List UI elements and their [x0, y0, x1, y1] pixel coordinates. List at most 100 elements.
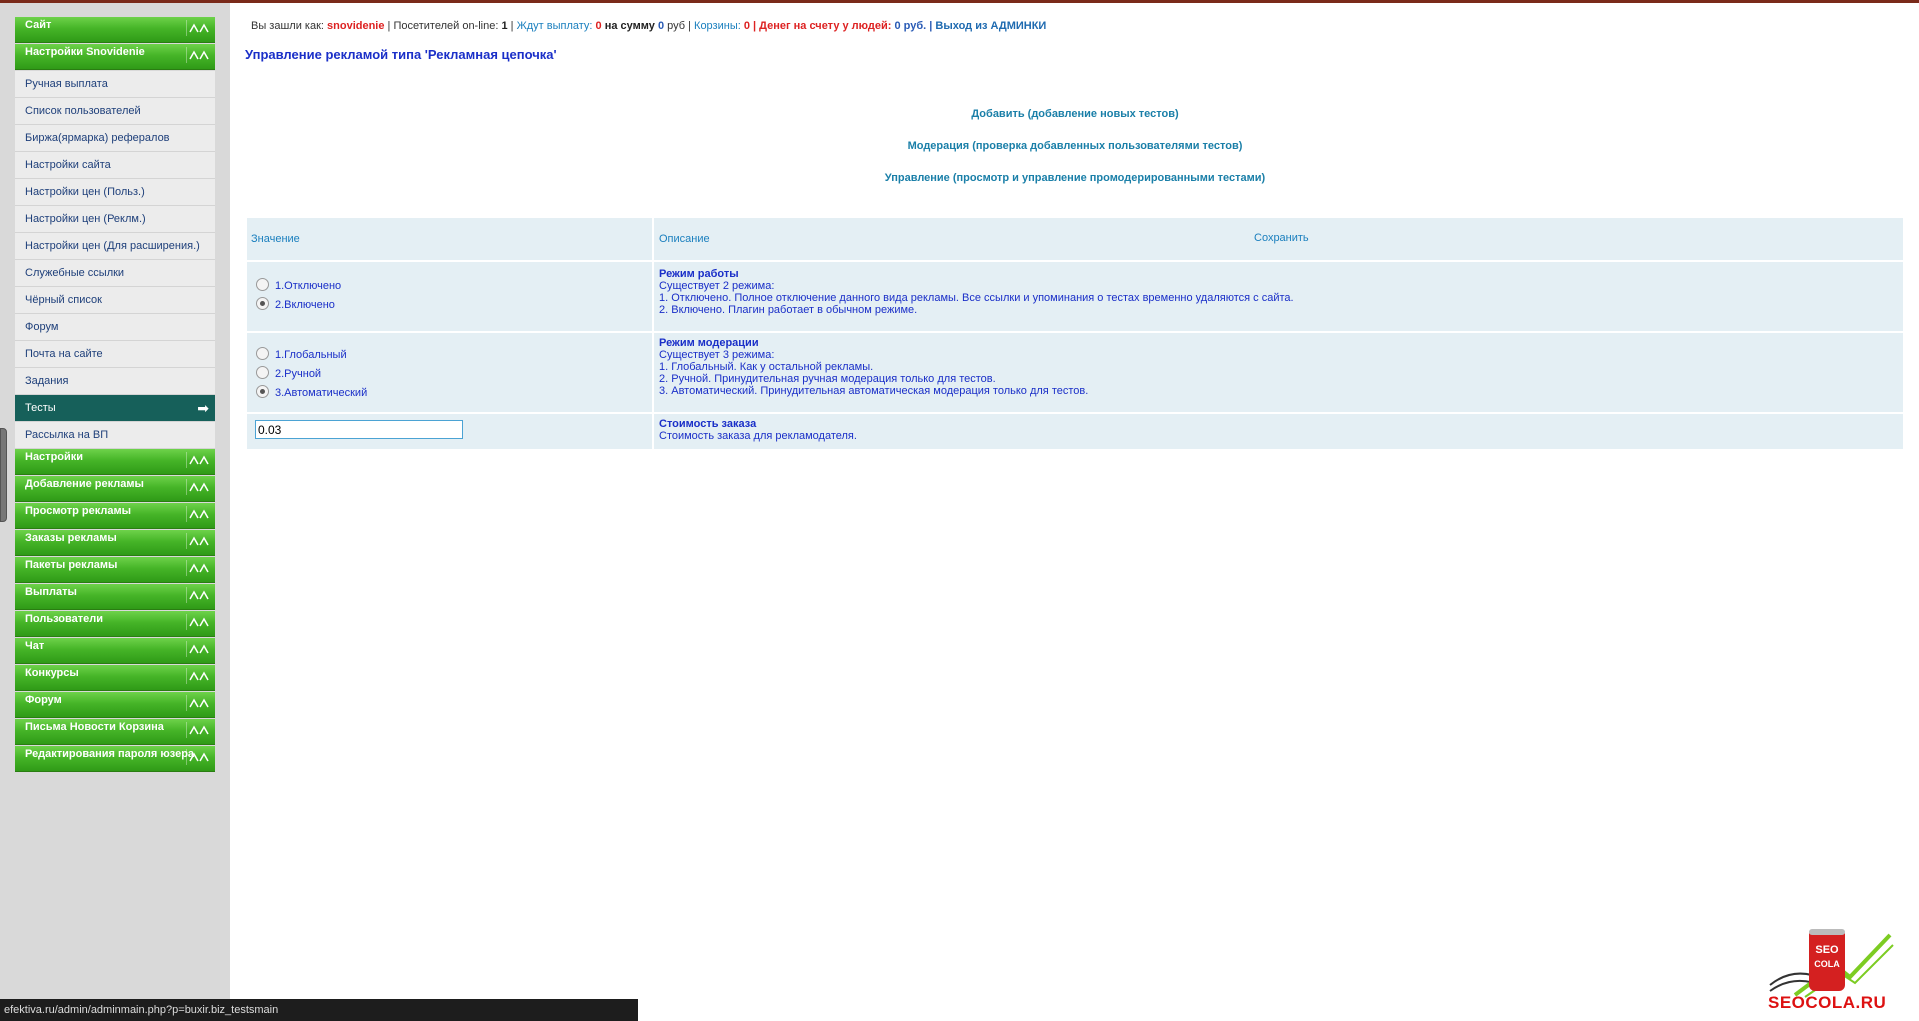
radio-button[interactable] — [256, 365, 269, 379]
desc-line: 1. Глобальный. Как у остальной рекламы. — [659, 361, 874, 373]
side-drawer-tab[interactable] — [0, 428, 7, 522]
radio-option[interactable]: 3.Автоматический — [251, 382, 651, 400]
sidebar-group[interactable]: Настройки — [15, 449, 215, 475]
chevron-up-icon[interactable] — [186, 452, 211, 468]
sidebar-group-label: Форум — [25, 694, 62, 706]
radio-button[interactable] — [256, 346, 269, 360]
sidebar-group[interactable]: Форум — [15, 692, 215, 718]
desc-line: 3. Автоматический. Принудительная автома… — [659, 385, 1089, 397]
table-row: 1.Отключено 2.Включено Режим работы Суще… — [247, 262, 1903, 331]
add-tests-link[interactable]: Добавить (добавление новых тестов) — [245, 108, 1905, 140]
separator: | — [510, 20, 514, 32]
chevron-up-icon[interactable] — [186, 47, 211, 63]
sidebar-item[interactable]: Биржа(ярмарка) рефералов — [15, 125, 215, 152]
row-title: Режим работы — [659, 268, 739, 280]
chevron-up-icon[interactable] — [186, 641, 211, 657]
sidebar-group[interactable]: Редактирования пароля юзера — [15, 746, 215, 772]
order-cost-input[interactable] — [255, 420, 463, 439]
separator: | — [688, 20, 691, 32]
sidebar-item[interactable]: Настройки цен (Польз.) — [15, 179, 215, 206]
visitors-count: 1 — [501, 20, 508, 32]
chevron-up-icon[interactable] — [186, 479, 211, 495]
arrow-right-icon: ➡ — [197, 400, 209, 416]
sidebar-group-label: Заказы рекламы — [25, 532, 117, 544]
radio-label: 1.Отключено — [275, 280, 342, 292]
sidebar-group-label: Чат — [25, 640, 45, 652]
sidebar-item[interactable]: Форум — [15, 314, 215, 341]
radio-label: 3.Автоматический — [275, 387, 368, 399]
separator: | — [929, 20, 933, 32]
sidebar: Сайт Настройки Snovidenie Ручная выплата С… — [15, 17, 215, 773]
chevron-up-icon[interactable] — [186, 587, 211, 603]
sidebar-item-label: Служебные ссылки — [25, 267, 125, 279]
chevron-up-icon[interactable] — [186, 749, 211, 765]
sidebar-group[interactable]: Письма Новости Корзина — [15, 719, 215, 745]
row-title: Режим модерации — [659, 337, 759, 349]
sidebar-group[interactable]: Чат — [15, 638, 215, 664]
sidebar-group[interactable]: Просмотр рекламы — [15, 503, 215, 529]
sidebar-group[interactable]: Пакеты рекламы — [15, 557, 215, 583]
sidebar-group-label: Сайт — [25, 19, 52, 31]
waiting-payout-link[interactable]: Ждут выплату: — [517, 20, 593, 32]
sidebar-group[interactable]: Конкурсы — [15, 665, 215, 691]
sidebar-item[interactable]: Настройки цен (Для расширения.) — [15, 233, 215, 260]
column-header-desc: Описание Сохранить — [654, 218, 1903, 260]
manage-tests-link[interactable]: Управление (просмотр и управление промод… — [245, 172, 1905, 204]
carts-link[interactable]: Корзины: — [694, 20, 741, 32]
chevron-up-icon[interactable] — [186, 533, 211, 549]
chevron-up-icon[interactable] — [186, 668, 211, 684]
logo-can-text: SEO — [1815, 944, 1839, 956]
desc-line: 1. Отключено. Полное отключение данного … — [659, 292, 1294, 304]
radio-option[interactable]: 2.Включено — [251, 294, 651, 312]
sidebar-item[interactable]: Тесты ➡ — [15, 395, 215, 422]
action-links: Добавить (добавление новых тестов) Модер… — [245, 108, 1905, 204]
sidebar-group-label: Письма Новости Корзина — [25, 721, 164, 733]
sidebar-group[interactable]: Пользователи — [15, 611, 215, 637]
sidebar-item[interactable]: Настройки цен (Реклм.) — [15, 206, 215, 233]
save-button[interactable]: Сохранить — [1254, 232, 1309, 244]
chevron-up-icon[interactable] — [186, 614, 211, 630]
order-cost-description: Стоимость заказа Стоимость заказа для ре… — [654, 414, 1903, 449]
chevron-up-icon[interactable] — [186, 722, 211, 738]
radio-option[interactable]: 2.Ручной — [251, 363, 651, 381]
sidebar-group[interactable]: Заказы рекламы — [15, 530, 215, 556]
carts-count: 0 — [743, 20, 750, 32]
sidebar-item[interactable]: Служебные ссылки — [15, 260, 215, 287]
chevron-up-icon[interactable] — [186, 695, 211, 711]
sum-label: на сумму — [604, 20, 655, 32]
radio-button-selected[interactable] — [256, 296, 269, 310]
sidebar-item[interactable]: Чёрный список — [15, 287, 215, 314]
username[interactable]: snovidenie — [327, 20, 384, 32]
sidebar-item-label: Ручная выплата — [25, 78, 108, 90]
moderation-link[interactable]: Модерация (проверка добавленных пользова… — [245, 140, 1905, 172]
radio-button[interactable] — [256, 277, 269, 291]
sidebar-group[interactable]: Добавление рекламы — [15, 476, 215, 502]
sidebar-group[interactable]: Сайт — [15, 17, 215, 43]
radio-option[interactable]: 1.Глобальный — [251, 344, 651, 362]
desc-line: 2. Включено. Плагин работает в обычном р… — [659, 304, 918, 316]
chevron-up-icon[interactable] — [186, 506, 211, 522]
sidebar-item[interactable]: Настройки сайта — [15, 152, 215, 179]
sidebar-item[interactable]: Задания — [15, 368, 215, 395]
sidebar-item-label: Настройки цен (Польз.) — [25, 186, 145, 198]
sum-value: 0 — [657, 20, 665, 32]
radio-label: 1.Глобальный — [275, 349, 347, 361]
logo-site-text[interactable]: SEOCOLA.RU — [1768, 993, 1886, 1013]
desc-line: 2. Ручной. Принудительная ручная модерац… — [659, 373, 996, 385]
sidebar-group[interactable]: Настройки Snovidenie — [15, 44, 215, 70]
sidebar-item[interactable]: Ручная выплата — [15, 71, 215, 98]
sidebar-item-label: Почта на сайте — [25, 348, 103, 360]
sidebar-item[interactable]: Рассылка на ВП — [15, 422, 215, 449]
sidebar-item-label: Задания — [25, 375, 69, 387]
radio-button-selected[interactable] — [256, 384, 269, 398]
exit-admin-link[interactable]: Выход из АДМИНКИ — [935, 20, 1046, 32]
chevron-up-icon[interactable] — [186, 20, 211, 36]
sidebar-group[interactable]: Выплаты — [15, 584, 215, 610]
sidebar-item-label: Биржа(ярмарка) рефералов — [25, 132, 170, 144]
chevron-up-icon[interactable] — [186, 560, 211, 576]
money-label: | Денег на счету у людей: — [753, 20, 892, 32]
radio-option[interactable]: 1.Отключено — [251, 275, 651, 293]
sidebar-item-label: Настройки сайта — [25, 159, 111, 171]
sidebar-item[interactable]: Почта на сайте — [15, 341, 215, 368]
sidebar-item[interactable]: Список пользователей — [15, 98, 215, 125]
